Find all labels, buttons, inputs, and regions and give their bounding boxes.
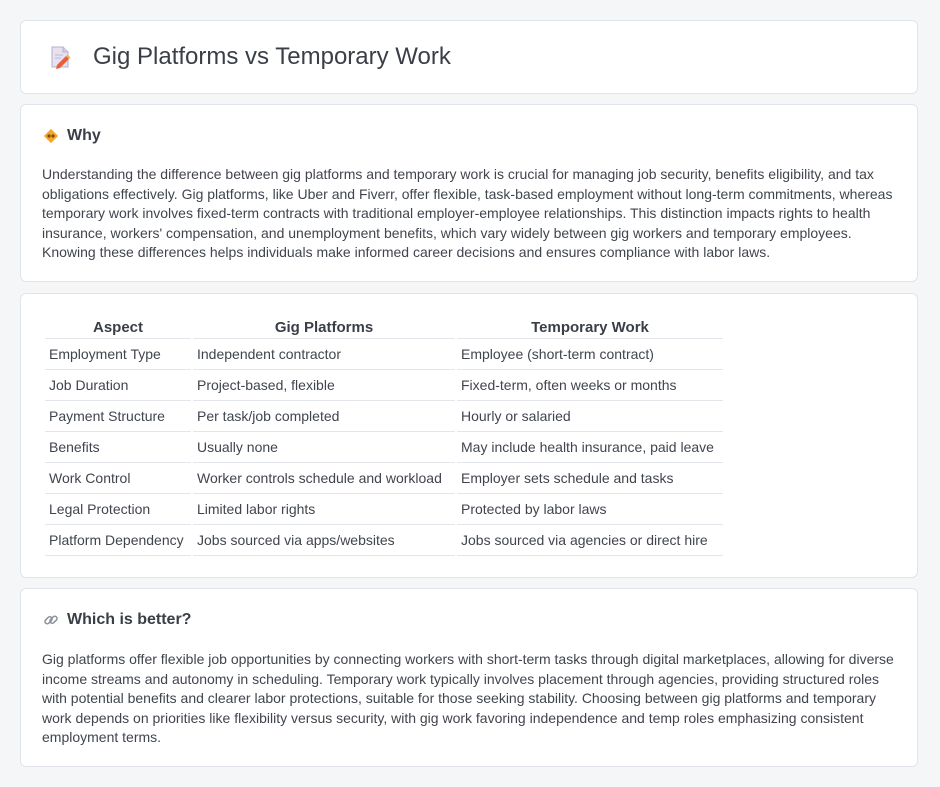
aspect-cell: Platform Dependency <box>45 525 191 556</box>
temp-cell: May include health insurance, paid leave <box>457 432 723 463</box>
temp-cell: Employer sets schedule and tasks <box>457 463 723 494</box>
aspect-cell: Work Control <box>45 463 191 494</box>
temp-cell: Hourly or salaried <box>457 401 723 432</box>
table-row: Employment Type Independent contractor E… <box>45 339 723 370</box>
header-gig-platforms: Gig Platforms <box>193 316 455 339</box>
header-aspect: Aspect <box>45 316 191 339</box>
table-row: Payment Structure Per task/job completed… <box>45 401 723 432</box>
table-header-row: Aspect Gig Platforms Temporary Work <box>45 316 723 339</box>
gig-cell: Per task/job completed <box>193 401 455 432</box>
gig-cell: Worker controls schedule and workload <box>193 463 455 494</box>
why-text: Understanding the difference between gig… <box>42 166 893 261</box>
page-title: Gig Platforms vs Temporary Work <box>93 43 451 70</box>
title-card: Gig Platforms vs Temporary Work <box>20 20 918 94</box>
gig-cell: Project-based, flexible <box>193 370 455 401</box>
table-row: Work Control Worker controls schedule an… <box>45 463 723 494</box>
aspect-cell: Legal Protection <box>45 494 191 525</box>
temp-cell: Employee (short-term contract) <box>457 339 723 370</box>
table-row: Legal Protection Limited labor rights Pr… <box>45 494 723 525</box>
gig-cell: Limited labor rights <box>193 494 455 525</box>
better-text: Gig platforms offer flexible job opportu… <box>42 651 894 746</box>
aspect-cell: Employment Type <box>45 339 191 370</box>
gig-cell: Independent contractor <box>193 339 455 370</box>
better-heading: Which is better? <box>67 611 192 628</box>
better-heading-row: Which is better? <box>43 611 191 629</box>
diamond-sign-icon <box>43 128 59 144</box>
comparison-table: Aspect Gig Platforms Temporary Work Empl… <box>43 316 725 556</box>
why-heading: Why <box>67 127 101 144</box>
which-is-better-card: Which is better? Gig platforms offer fle… <box>20 588 918 767</box>
table-row: Benefits Usually none May include health… <box>45 432 723 463</box>
title-row: Gig Platforms vs Temporary Work <box>47 43 451 71</box>
why-heading-row: Why <box>43 127 101 145</box>
temp-cell: Jobs sourced via agencies or direct hire <box>457 525 723 556</box>
comparison-card: Aspect Gig Platforms Temporary Work Empl… <box>20 293 918 578</box>
gig-cell: Usually none <box>193 432 455 463</box>
table-row: Job Duration Project-based, flexible Fix… <box>45 370 723 401</box>
header-temporary-work: Temporary Work <box>457 316 723 339</box>
gig-cell: Jobs sourced via apps/websites <box>193 525 455 556</box>
why-card: Why Understanding the difference between… <box>20 104 918 282</box>
aspect-cell: Job Duration <box>45 370 191 401</box>
aspect-cell: Benefits <box>45 432 191 463</box>
document-pencil-icon <box>51 46 71 69</box>
temp-cell: Fixed-term, often weeks or months <box>457 370 723 401</box>
table-row: Platform Dependency Jobs sourced via app… <box>45 525 723 556</box>
link-icon <box>44 615 58 625</box>
temp-cell: Protected by labor laws <box>457 494 723 525</box>
aspect-cell: Payment Structure <box>45 401 191 432</box>
